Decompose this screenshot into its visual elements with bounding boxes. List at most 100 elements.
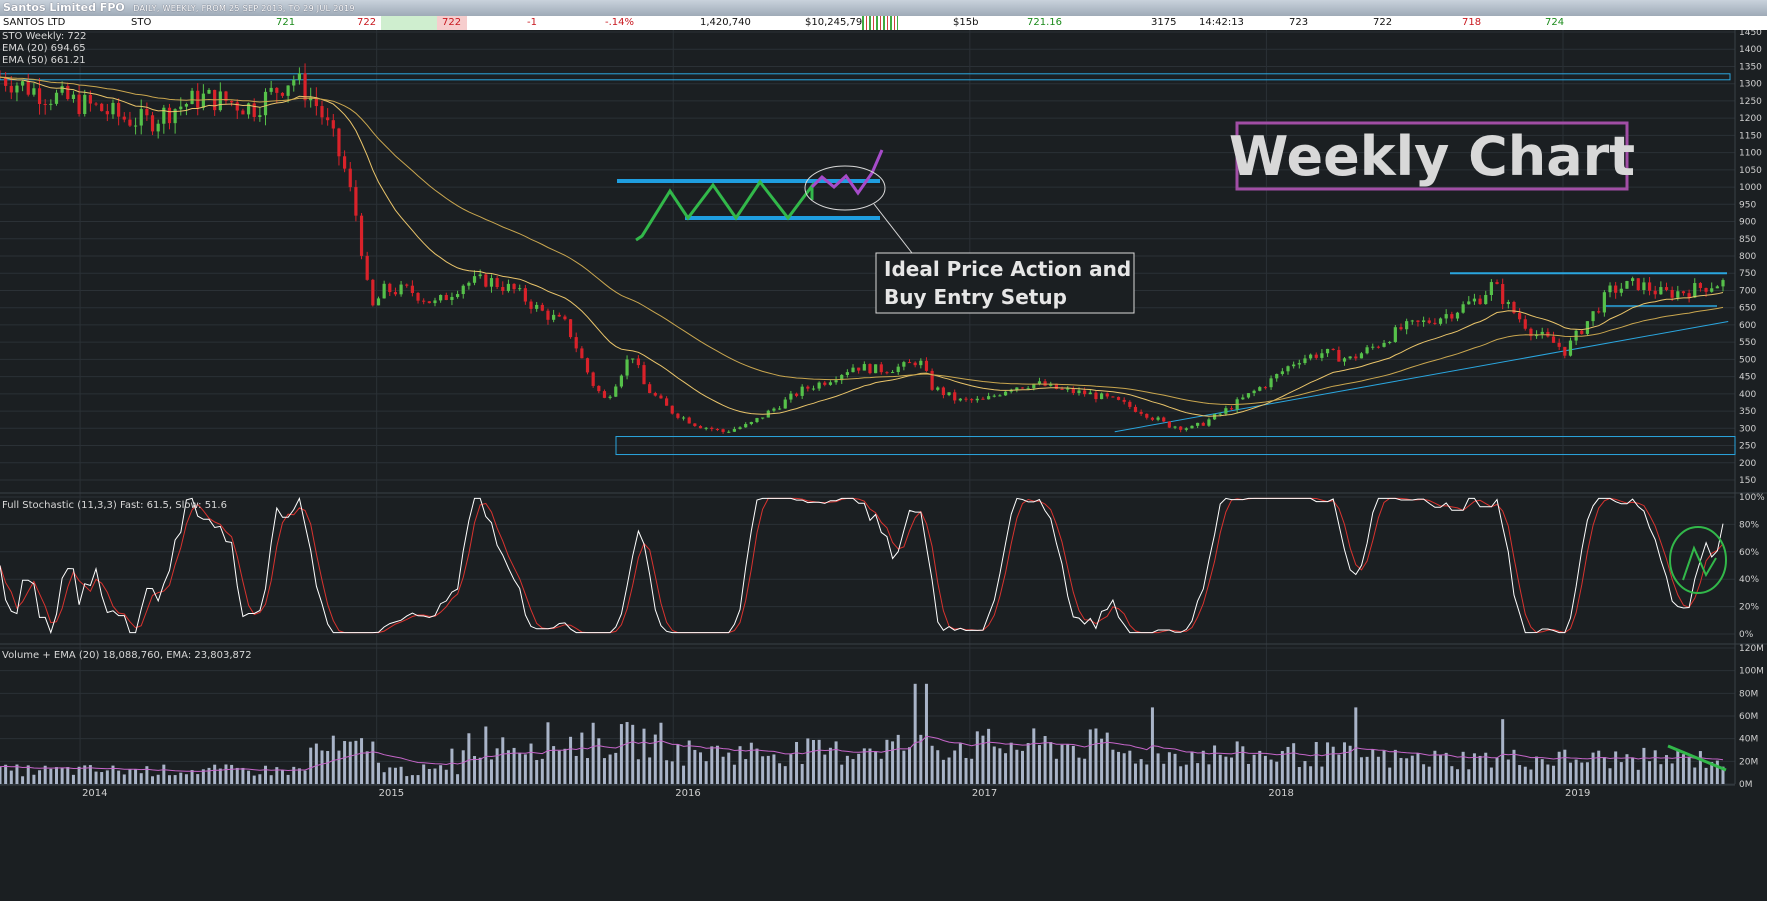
volume-bar xyxy=(1642,747,1646,784)
candle-body xyxy=(1405,321,1409,330)
volume-bar xyxy=(1337,754,1341,784)
candle-body xyxy=(1167,421,1171,428)
volume-bar xyxy=(1687,756,1691,784)
volume-bar xyxy=(902,750,906,784)
candle-body xyxy=(1359,353,1364,359)
volume-bar xyxy=(958,743,962,784)
candle-body xyxy=(77,94,81,115)
candle-body xyxy=(1026,388,1030,390)
volume-bar xyxy=(1173,753,1177,784)
volume-bar xyxy=(1535,756,1539,784)
stock-chart[interactable]: 150 200 250 300 350 400 450 500 550 600 650 700 750 8… xyxy=(0,30,1767,901)
volume-bar xyxy=(1388,767,1392,784)
volume-bar xyxy=(1399,757,1403,784)
candle-body xyxy=(495,278,499,287)
candle-body xyxy=(1309,354,1313,359)
candle-body xyxy=(1116,396,1121,400)
volume-bar xyxy=(1145,764,1149,784)
volume-bar xyxy=(77,766,81,784)
quote-volume: 1,420,740 xyxy=(700,17,751,28)
volume-bar xyxy=(1670,763,1674,784)
candle-body xyxy=(857,367,861,371)
candle-body xyxy=(721,429,725,432)
volume-bar xyxy=(580,732,584,784)
volume-bar xyxy=(1433,750,1437,784)
candle-body xyxy=(196,90,200,108)
volume-bar xyxy=(1563,749,1567,784)
candle-body xyxy=(619,375,624,387)
volume-bar xyxy=(1117,751,1121,784)
volume-bar xyxy=(506,750,510,784)
stochastic-tick-label: 60% xyxy=(1739,548,1759,558)
candle-body xyxy=(1591,311,1595,322)
volume-bar xyxy=(953,750,957,784)
candle-body xyxy=(1162,417,1166,422)
volume-bar xyxy=(941,759,945,784)
price-tick-label: 1350 xyxy=(1739,62,1762,72)
candle-body xyxy=(845,372,849,375)
volume-panel: 0M 20M 40M 60M 80M 100M 120M xyxy=(0,644,1764,790)
candle-body xyxy=(1670,289,1674,298)
candle-body xyxy=(1421,320,1426,322)
volume-bar xyxy=(998,748,1002,784)
candle-body xyxy=(687,417,691,424)
price-tick-label: 300 xyxy=(1739,424,1756,434)
volume-bar xyxy=(1297,767,1301,784)
volume-bar xyxy=(1631,757,1635,784)
volume-bar xyxy=(823,754,827,784)
candle-body xyxy=(26,81,30,95)
candle-body xyxy=(111,102,115,115)
candle-body xyxy=(1721,280,1725,287)
candle-body xyxy=(60,86,64,93)
volume-bar xyxy=(1715,760,1719,784)
candle-body xyxy=(150,115,155,132)
volume-bar xyxy=(489,759,493,784)
candle-body xyxy=(1393,327,1397,342)
volume-bar xyxy=(1326,742,1330,784)
candle-body xyxy=(1427,320,1431,323)
quote-trades: 3175 xyxy=(1151,17,1177,28)
volume-bar xyxy=(947,757,951,784)
volume-bar xyxy=(60,767,64,784)
volume-bar xyxy=(659,722,663,784)
volume-bar xyxy=(1478,755,1482,784)
candle-body xyxy=(1156,417,1160,420)
volume-bar xyxy=(100,772,104,784)
volume-bar xyxy=(913,683,917,784)
candle-body xyxy=(1286,366,1290,372)
volume-bar xyxy=(1286,746,1290,784)
volume-bar xyxy=(1071,745,1075,784)
volume-bar xyxy=(309,747,313,784)
price-tick-label: 950 xyxy=(1739,200,1756,210)
volume-bar xyxy=(817,739,821,784)
volume-bar xyxy=(868,748,872,784)
candle-body xyxy=(636,358,640,366)
candle-body xyxy=(15,85,19,93)
candle-body xyxy=(1354,356,1358,359)
candle-body xyxy=(1410,320,1414,322)
candle-body xyxy=(998,395,1002,397)
candle-body xyxy=(1444,314,1448,319)
volume-bar xyxy=(444,769,448,784)
volume-bar xyxy=(427,768,431,784)
candle-body xyxy=(133,125,138,127)
candle-body xyxy=(715,429,720,431)
volume-bar xyxy=(1495,757,1499,784)
candle-body xyxy=(117,102,121,117)
volume-tick-label: 80M xyxy=(1739,689,1758,699)
volume-bar xyxy=(1585,762,1589,784)
candle-body xyxy=(794,393,799,396)
volume-bar xyxy=(936,750,940,784)
volume-bar xyxy=(535,760,539,784)
volume-bar xyxy=(1252,754,1256,784)
volume-bar xyxy=(1523,766,1527,784)
candle-body xyxy=(297,73,302,80)
candle-body xyxy=(66,86,70,99)
stochastic-tick-label: 40% xyxy=(1739,575,1759,585)
candle-body xyxy=(987,396,991,400)
candle-body xyxy=(1071,388,1075,394)
candle-body xyxy=(896,366,900,373)
candle-body xyxy=(1060,388,1064,390)
volume-bar xyxy=(1133,763,1137,784)
volume-bar xyxy=(122,774,126,784)
